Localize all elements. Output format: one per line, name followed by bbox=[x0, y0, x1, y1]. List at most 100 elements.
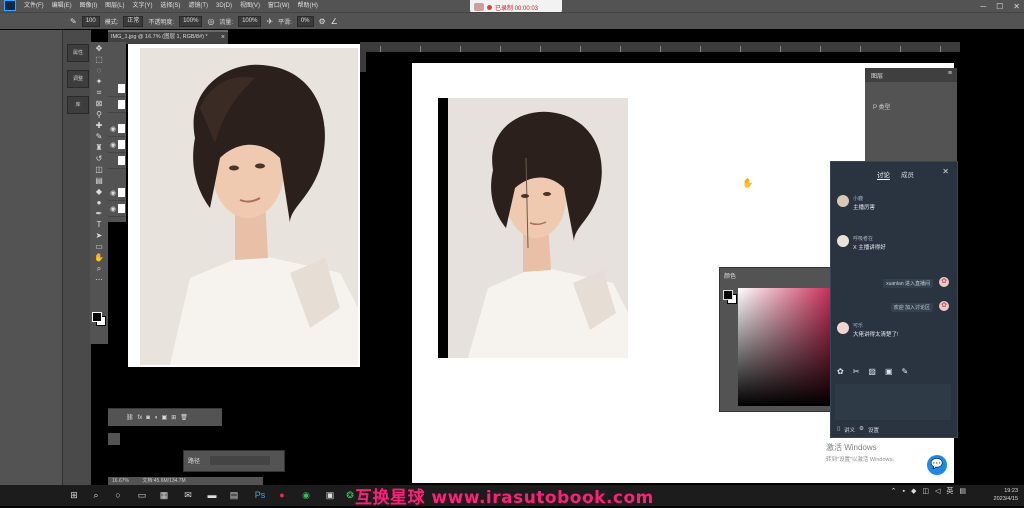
magic-wand-icon[interactable]: ✦ bbox=[96, 77, 103, 87]
move-tool-icon[interactable]: ✥ bbox=[96, 44, 103, 54]
healing-icon[interactable]: ✚ bbox=[96, 121, 103, 131]
menu-window[interactable]: 窗口(W) bbox=[268, 0, 290, 12]
menu-type[interactable]: 文字(Y) bbox=[132, 0, 152, 12]
link-icon[interactable]: ⛓ bbox=[126, 414, 134, 421]
screen-share-icon[interactable]: ▣ bbox=[885, 367, 893, 376]
chat-bubble-icon[interactable]: 💬 bbox=[927, 455, 947, 475]
panel-collapse-icon[interactable] bbox=[108, 433, 120, 445]
layer-row[interactable] bbox=[108, 82, 126, 97]
frame-tool-icon[interactable]: ⊠ bbox=[96, 99, 103, 109]
menu-view[interactable]: 视图(V) bbox=[240, 0, 260, 12]
network-icon[interactable]: ◫ bbox=[922, 487, 929, 495]
browser-icon[interactable]: ◉ bbox=[300, 489, 312, 501]
minimize-icon[interactable]: ─ bbox=[980, 2, 986, 11]
type-tool-icon[interactable]: T bbox=[97, 220, 102, 230]
layer-row[interactable] bbox=[108, 98, 126, 113]
eye-icon[interactable]: ◉ bbox=[110, 205, 116, 213]
menu-file[interactable]: 文件(F) bbox=[24, 0, 44, 12]
layer-row[interactable] bbox=[108, 154, 126, 169]
image-icon[interactable]: ▨ bbox=[868, 367, 876, 376]
layer-row[interactable]: ◉ bbox=[108, 186, 126, 201]
mode-select[interactable]: 正常 bbox=[123, 15, 144, 27]
tab-members[interactable]: 成员 bbox=[901, 169, 914, 179]
chat-input[interactable] bbox=[835, 384, 951, 420]
libraries-button[interactable]: 库 bbox=[67, 96, 89, 114]
document-tab[interactable]: IMG_1.jpg @ 16.7% (图层 1, RGB/8#) * × bbox=[108, 30, 228, 44]
airbrush-icon[interactable]: ✈ bbox=[266, 17, 273, 26]
notification-icon[interactable]: ▤ bbox=[959, 487, 966, 495]
mail-icon[interactable]: ✉ bbox=[182, 489, 194, 501]
handout-icon[interactable]: ▯ bbox=[837, 426, 840, 434]
adjustments-button[interactable]: 调整 bbox=[67, 70, 89, 88]
handout-link[interactable]: 讲义 bbox=[844, 426, 855, 434]
pressure-icon[interactable]: ◎ bbox=[207, 17, 214, 26]
menu-help[interactable]: 帮助(H) bbox=[298, 0, 318, 12]
eye-icon[interactable]: ◉ bbox=[110, 141, 116, 149]
photoshop-icon[interactable] bbox=[4, 0, 16, 11]
mask-icon[interactable]: ◙ bbox=[146, 415, 150, 421]
brush-tool-icon[interactable]: ✎ bbox=[96, 132, 103, 142]
blur-icon[interactable]: ◆ bbox=[96, 187, 102, 197]
brush-icon[interactable]: ✎ bbox=[70, 17, 77, 26]
flow-field[interactable]: 100% bbox=[238, 15, 262, 27]
task-view-icon[interactable]: ▭ bbox=[136, 489, 148, 501]
menu-3d[interactable]: 3D(D) bbox=[216, 0, 232, 12]
pen-tool-icon[interactable]: ✒ bbox=[96, 209, 103, 219]
app-icon[interactable]: ▣ bbox=[324, 489, 336, 501]
chevron-up-icon[interactable]: ⌃ bbox=[891, 487, 897, 495]
gradient-icon[interactable]: ▤ bbox=[95, 176, 103, 186]
search-icon[interactable]: ⌕ bbox=[90, 489, 102, 501]
marquee-tool-icon[interactable]: ⬚ bbox=[95, 55, 103, 65]
zoom-level[interactable]: 16.67% bbox=[112, 478, 129, 484]
layer-row[interactable]: ◉ bbox=[108, 202, 126, 217]
menu-edit[interactable]: 编辑(E) bbox=[52, 0, 72, 12]
ime-icon[interactable]: 英 bbox=[946, 486, 953, 496]
eyedropper-icon[interactable]: ⚲ bbox=[96, 110, 102, 120]
panel-menu-icon[interactable]: ≡ bbox=[948, 70, 952, 77]
smooth-field[interactable]: 0% bbox=[296, 15, 314, 27]
crop-tool-icon[interactable]: ⌗ bbox=[97, 88, 102, 98]
windows-start-icon[interactable]: ⊞ bbox=[68, 489, 80, 501]
path-select-icon[interactable]: ➤ bbox=[96, 231, 103, 241]
opacity-field[interactable]: 100% bbox=[179, 15, 203, 27]
floating-panel[interactable]: 路径 bbox=[183, 450, 285, 472]
gear-icon[interactable]: ⚙ bbox=[319, 17, 326, 26]
close-icon[interactable]: ✕ bbox=[1013, 2, 1020, 11]
maximize-icon[interactable]: ☐ bbox=[996, 2, 1003, 11]
new-layer-icon[interactable]: ⊞ bbox=[171, 414, 176, 421]
eye-icon[interactable]: ◉ bbox=[110, 189, 116, 197]
layers-panel-title[interactable]: 图层 bbox=[871, 71, 883, 80]
adjustment-icon[interactable]: ◑ bbox=[154, 415, 158, 421]
recorder-icon[interactable]: ● bbox=[276, 489, 288, 501]
app-tray-icon[interactable]: ▪ bbox=[902, 488, 904, 495]
store-icon[interactable]: ▦ bbox=[158, 489, 170, 501]
more-tools-icon[interactable]: ⋯ bbox=[95, 275, 103, 285]
settings-icon[interactable]: ⚙ bbox=[859, 426, 864, 434]
menu-image[interactable]: 图像(I) bbox=[80, 0, 98, 12]
dodge-icon[interactable]: ● bbox=[97, 198, 102, 208]
color-panel-fg-swatch[interactable] bbox=[723, 290, 733, 300]
antivirus-icon[interactable]: ◆ bbox=[911, 487, 916, 495]
layer-row[interactable]: ◉ bbox=[108, 122, 126, 137]
eraser-icon[interactable]: ◫ bbox=[95, 165, 103, 175]
lasso-tool-icon[interactable]: ◌ bbox=[97, 66, 102, 76]
delete-layer-icon[interactable]: 🗑 bbox=[180, 414, 188, 421]
clock[interactable]: 19:23 2023/4/15 bbox=[994, 487, 1018, 503]
cortana-icon[interactable]: ○ bbox=[112, 489, 124, 501]
color-picker-field[interactable] bbox=[738, 288, 830, 406]
menu-filter[interactable]: 滤镜(T) bbox=[188, 0, 208, 12]
scissors-icon[interactable]: ✂ bbox=[853, 367, 860, 376]
flower-gift-icon[interactable]: ✿ bbox=[837, 367, 844, 376]
explorer-icon[interactable]: ▬ bbox=[206, 489, 218, 501]
photoshop-taskbar-icon[interactable]: Ps bbox=[254, 489, 266, 501]
stamp-tool-icon[interactable]: ♜ bbox=[95, 143, 102, 153]
foreground-color-swatch[interactable] bbox=[92, 312, 102, 322]
close-tab-icon[interactable]: × bbox=[221, 32, 225, 43]
menu-select[interactable]: 选择(S) bbox=[160, 0, 180, 12]
close-icon[interactable]: ✕ bbox=[942, 167, 949, 176]
angle-icon[interactable]: ∠ bbox=[331, 17, 338, 26]
rectangle-tool-icon[interactable]: ▭ bbox=[95, 242, 103, 252]
group-icon[interactable]: ▣ bbox=[162, 414, 168, 421]
settings-link[interactable]: 设置 bbox=[868, 426, 879, 434]
color-panel-title[interactable]: 颜色 bbox=[724, 271, 736, 280]
